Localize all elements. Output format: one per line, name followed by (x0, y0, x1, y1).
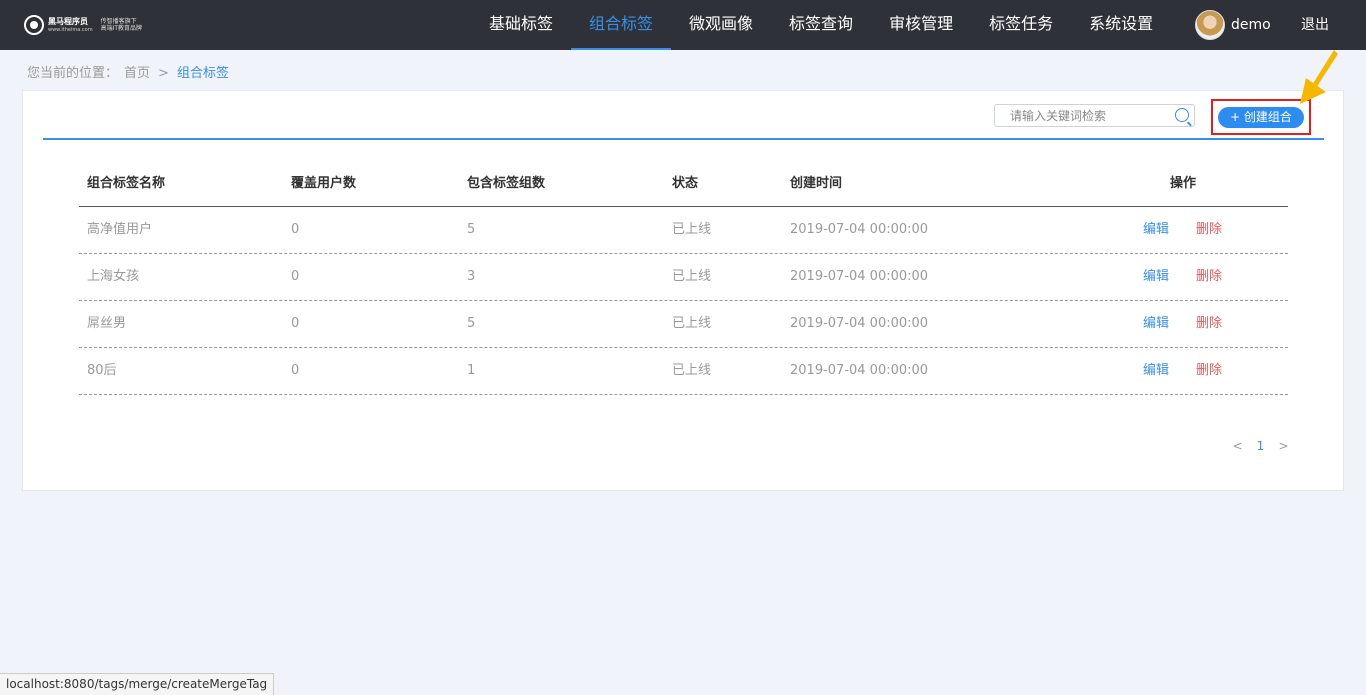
column-header-groups: 包含标签组数 (467, 176, 546, 191)
user-menu[interactable]: demo (1195, 9, 1271, 41)
top-navbar: 黑马程序员 www.itheima.com 传智播客旗下 高端IT教育品牌 基础… (0, 0, 1366, 50)
breadcrumb-prefix: 您当前的位置： (27, 66, 119, 81)
breadcrumb-home-link[interactable]: 首页 (124, 66, 150, 81)
table-row: 屌丝男 0 5 已上线 2019-07-04 00:00:00 编辑 删除 (79, 301, 1288, 348)
nav-item-tag-tasks[interactable]: 标签任务 (971, 0, 1071, 50)
create-merge-button[interactable]: + 创建组合 (1218, 107, 1304, 128)
toolbar-divider (43, 138, 1324, 140)
table-row: 80后 0 1 已上线 2019-07-04 00:00:00 编辑 删除 (79, 348, 1288, 395)
logo-slogan: 传智播客旗下 高端IT教育品牌 (101, 18, 142, 32)
cell-name: 高净值用户 (87, 222, 153, 237)
next-page-button[interactable]: > (1272, 439, 1295, 453)
cell-name: 80后 (87, 363, 117, 378)
breadcrumb-separator: > (158, 66, 169, 81)
cell-groups: 5 (467, 222, 476, 237)
nav-item-tag-query[interactable]: 标签查询 (771, 0, 871, 50)
edit-link[interactable]: 编辑 (1143, 348, 1169, 394)
cell-created: 2019-07-04 00:00:00 (790, 363, 929, 378)
search-icon[interactable] (1175, 108, 1189, 122)
edit-link[interactable]: 编辑 (1143, 254, 1169, 300)
delete-link[interactable]: 删除 (1196, 301, 1222, 347)
pagination: < 1 > (1226, 439, 1295, 453)
nav-item-system-settings[interactable]: 系统设置 (1071, 0, 1171, 50)
cell-users: 0 (291, 222, 300, 237)
cell-groups: 5 (467, 316, 476, 331)
breadcrumb: 您当前的位置： 首页 > 组合标签 (27, 62, 229, 81)
logo-slogan-line2: 高端IT教育品牌 (100, 25, 143, 32)
table-header: 组合标签名称 覆盖用户数 包含标签组数 状态 创建时间 操作 (79, 161, 1288, 207)
page-number[interactable]: 1 (1249, 439, 1272, 453)
table-row: 高净值用户 0 5 已上线 2019-07-04 00:00:00 编辑 删除 (79, 207, 1288, 254)
cell-created: 2019-07-04 00:00:00 (790, 222, 929, 237)
column-header-status: 状态 (672, 176, 699, 191)
logout-link[interactable]: 退出 (1301, 0, 1329, 50)
cell-created: 2019-07-04 00:00:00 (790, 269, 929, 284)
column-header-name: 组合标签名称 (87, 176, 166, 191)
cell-status: 已上线 (672, 222, 712, 237)
delete-link[interactable]: 删除 (1196, 254, 1222, 300)
prev-page-button[interactable]: < (1226, 439, 1249, 453)
nav-item-merge-tags[interactable]: 组合标签 (571, 0, 672, 50)
logo-text: 黑马程序员 www.itheima.com (48, 17, 93, 34)
username: demo (1231, 17, 1271, 33)
edit-link[interactable]: 编辑 (1143, 207, 1169, 253)
search-box (994, 104, 1195, 127)
nav-item-basic-tags[interactable]: 基础标签 (471, 0, 571, 50)
cell-users: 0 (291, 269, 300, 284)
column-header-created: 创建时间 (790, 176, 843, 191)
cell-groups: 1 (467, 363, 476, 378)
logo[interactable]: 黑马程序员 www.itheima.com 传智播客旗下 高端IT教育品牌 (24, 15, 142, 35)
search-input[interactable] (995, 105, 1165, 127)
nav-item-micro-portrait[interactable]: 微观画像 (671, 0, 771, 50)
column-header-users: 覆盖用户数 (291, 176, 357, 191)
cell-users: 0 (291, 363, 300, 378)
cell-status: 已上线 (672, 363, 712, 378)
delete-link[interactable]: 删除 (1196, 207, 1222, 253)
nav-item-audit-management[interactable]: 审核管理 (871, 0, 971, 50)
column-header-actions: 操作 (1170, 176, 1197, 191)
merge-tags-panel: + 创建组合 组合标签名称 覆盖用户数 包含标签组数 状态 创建时间 操作 高净… (22, 90, 1344, 491)
status-bar-url: localhost:8080/tags/merge/createMergeTag (0, 673, 275, 695)
delete-link[interactable]: 删除 (1196, 348, 1222, 394)
cell-status: 已上线 (672, 316, 712, 331)
edit-link[interactable]: 编辑 (1143, 301, 1169, 347)
cell-status: 已上线 (672, 269, 712, 284)
merge-tags-table: 组合标签名称 覆盖用户数 包含标签组数 状态 创建时间 操作 高净值用户 0 5… (79, 161, 1288, 395)
cell-name: 屌丝男 (87, 316, 127, 331)
logo-slogan-line1: 传智播客旗下 (100, 18, 137, 25)
cell-groups: 3 (467, 269, 476, 284)
logo-brand: 黑马程序员 (48, 16, 88, 26)
logo-icon (24, 15, 44, 35)
cell-name: 上海女孩 (87, 269, 140, 284)
avatar[interactable] (1195, 10, 1225, 40)
annotation-arrow-icon (1300, 50, 1338, 104)
table-row: 上海女孩 0 3 已上线 2019-07-04 00:00:00 编辑 删除 (79, 254, 1288, 301)
cell-created: 2019-07-04 00:00:00 (790, 316, 929, 331)
cell-users: 0 (291, 316, 300, 331)
breadcrumb-current: 组合标签 (176, 66, 229, 81)
logo-url: www.itheima.com (48, 26, 93, 33)
main-nav: 基础标签 组合标签 微观画像 标签查询 审核管理 标签任务 系统设置 (471, 0, 1171, 50)
